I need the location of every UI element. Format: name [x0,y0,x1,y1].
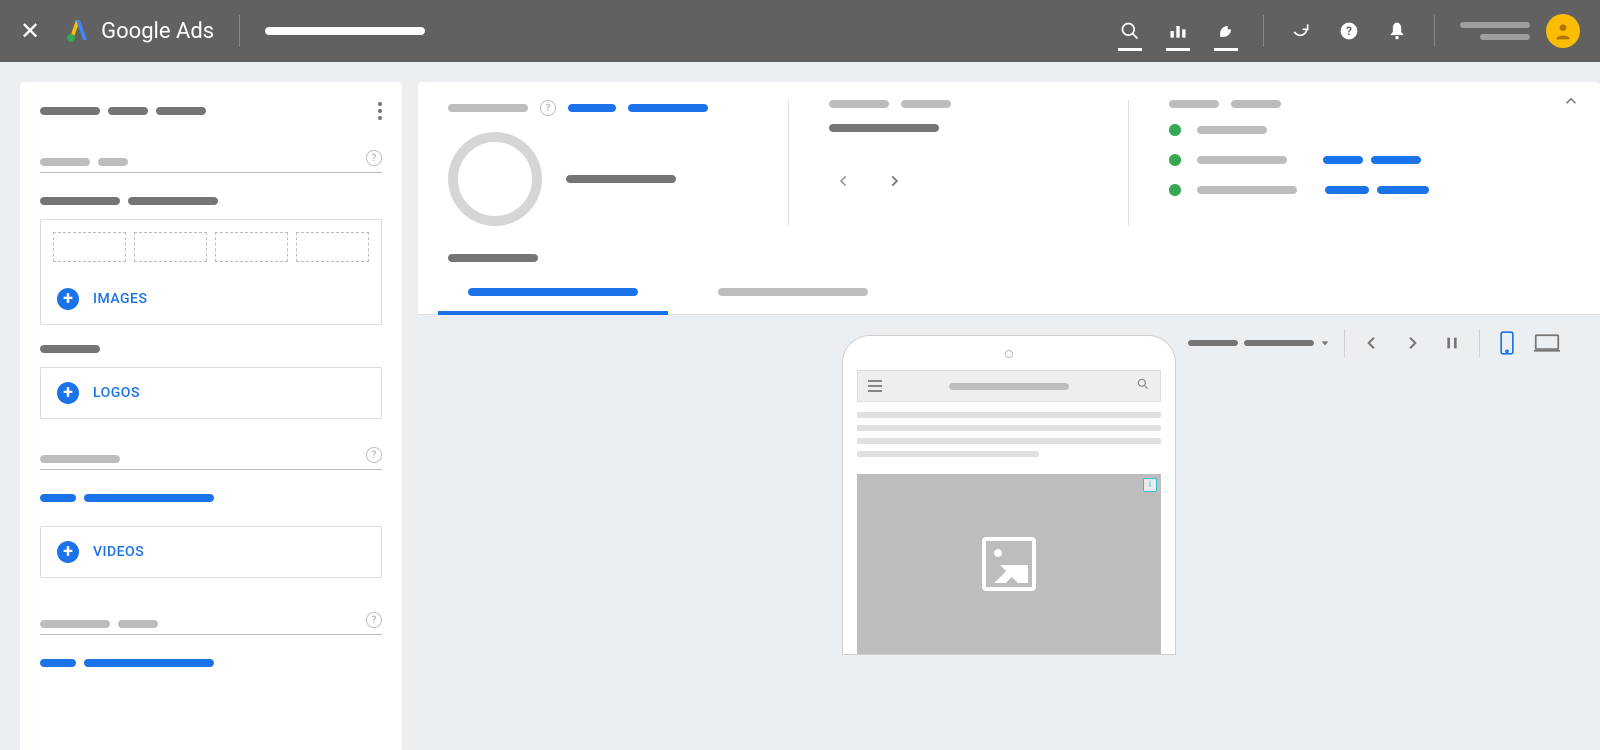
image-slot[interactable] [53,232,126,262]
checklist-item [1169,124,1530,136]
svg-text:?: ? [1346,24,1352,38]
preview-section-label [418,238,1600,270]
image-slot[interactable] [134,232,207,262]
close-button[interactable]: ✕ [20,17,40,45]
preview-pause-button[interactable] [1439,330,1465,356]
input-field[interactable]: ? [40,447,382,470]
status-dot-icon [1169,184,1181,196]
preview-next-button[interactable] [1399,330,1425,356]
hamburger-icon [868,380,882,392]
checklist-item [1169,154,1530,166]
label [1169,100,1219,108]
divider [1434,15,1435,47]
adchoices-icon[interactable]: i [1143,478,1157,492]
preview-format-selector[interactable] [1188,338,1330,348]
status-dot-icon [1169,154,1181,166]
mock-browser-bar [857,370,1161,402]
account-selector[interactable] [265,27,425,35]
search-icon[interactable] [1118,19,1142,43]
plus-icon: + [57,382,79,404]
link[interactable] [1371,156,1421,164]
preview-prev-button[interactable] [1359,330,1385,356]
label [901,100,951,108]
add-logos-label: LOGOS [93,385,140,401]
image-thumbnails [41,220,381,274]
help-icon[interactable]: ? [366,612,382,628]
header-utility: ? [1289,19,1409,43]
final-url-field[interactable]: ? [40,150,382,173]
preview-tab-2[interactable] [708,270,878,314]
refresh-icon[interactable] [1289,19,1313,43]
edit-panel: ? + IMAGES + LOGOS [20,82,402,750]
videos-asset-box: + VIDEOS [40,526,382,578]
link[interactable] [568,104,616,112]
link[interactable] [628,104,708,112]
notifications-icon[interactable] [1385,19,1409,43]
brand-logo[interactable]: Google Ads [65,18,214,44]
link[interactable] [1325,186,1369,194]
divider [239,15,240,47]
image-slot[interactable] [296,232,369,262]
ad-strength-summary: ? [418,82,1600,238]
image-slot[interactable] [215,232,288,262]
brand-name: Google Ads [101,19,214,44]
divider [1263,15,1264,47]
preview-canvas: i [418,315,1600,750]
desktop-preview-button[interactable] [1534,330,1560,356]
section-heading [40,197,382,205]
add-images-label: IMAGES [93,291,147,307]
ad-strength-ring [448,132,542,226]
help-icon[interactable]: ? [366,150,382,166]
help-icon[interactable]: ? [366,447,382,463]
chevron-down-icon [1320,338,1330,348]
phone-speaker-icon [1005,350,1013,358]
search-icon [1136,377,1150,395]
link[interactable] [1323,156,1363,164]
ad-image-preview: i [857,474,1161,654]
tools-icon[interactable] [1214,19,1238,43]
mobile-preview-button[interactable] [1494,330,1520,356]
label [1231,100,1281,108]
collapse-button[interactable] [1562,92,1580,114]
add-images-button[interactable]: + IMAGES [41,274,381,324]
help-icon[interactable]: ? [1337,19,1361,43]
link[interactable] [1377,186,1429,194]
link-text[interactable] [40,659,382,667]
reports-icon[interactable] [1166,19,1190,43]
add-logos-button[interactable]: + LOGOS [41,368,381,418]
link-text[interactable] [40,494,382,502]
add-videos-label: VIDEOS [93,544,144,560]
section-heading [40,345,382,353]
more-menu-button[interactable] [378,102,382,120]
mock-content-lines [857,402,1161,474]
next-button[interactable] [879,166,909,196]
recommendation-text [829,124,939,132]
google-ads-logo-icon [65,18,91,44]
header-tools [1118,19,1238,43]
app-header: ✕ Google Ads ? [0,0,1600,62]
add-videos-button[interactable]: + VIDEOS [41,527,381,577]
preview-tabs [418,270,1600,315]
account-name[interactable] [1460,22,1530,40]
preview-tab-1[interactable] [458,270,648,314]
input-field[interactable]: ? [40,612,382,635]
label [829,100,889,108]
help-icon[interactable]: ? [540,100,556,116]
mobile-preview-frame: i [842,335,1176,655]
plus-icon: + [57,541,79,563]
prev-button[interactable] [829,166,859,196]
panel-title [40,107,206,115]
checklist-item [1169,184,1530,196]
image-placeholder-icon [982,537,1036,591]
ad-strength-label [448,104,528,112]
ad-strength-value [566,175,676,183]
logos-asset-box: + LOGOS [40,367,382,419]
images-asset-box: + IMAGES [40,219,382,325]
plus-icon: + [57,288,79,310]
preview-toolbar [1188,329,1560,357]
user-avatar[interactable] [1546,14,1580,48]
status-dot-icon [1169,124,1181,136]
